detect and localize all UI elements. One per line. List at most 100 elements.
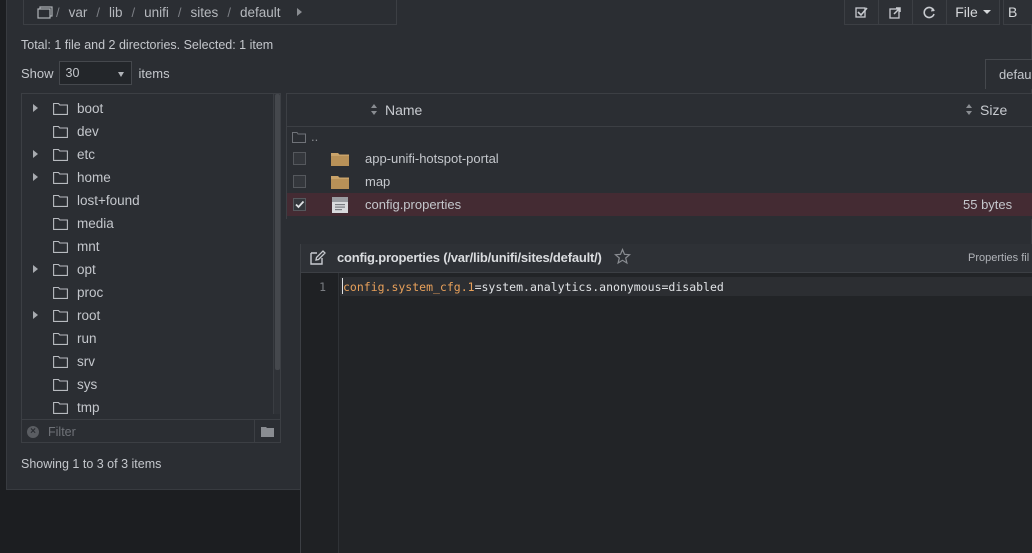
refresh-icon [923, 6, 935, 18]
folder-outline-icon [53, 263, 68, 276]
expand-arrow-icon[interactable] [33, 150, 38, 158]
folder-outline-icon [53, 355, 68, 368]
table-row[interactable]: app-unifi-hotspot-portal [287, 147, 1032, 170]
text-cursor [342, 278, 343, 294]
tree-item[interactable]: etc [22, 143, 272, 166]
folder-outline-icon [53, 194, 68, 207]
folder-outline-icon [53, 309, 68, 322]
parent-directory-label: .. [311, 129, 319, 144]
expand-arrow-icon[interactable] [33, 173, 38, 181]
tab-default[interactable]: defau [985, 59, 1032, 89]
folder-outline-icon [53, 401, 68, 414]
root-folder-icon[interactable] [34, 2, 56, 22]
tree-item-label: run [77, 331, 97, 346]
tree-item[interactable]: media [22, 212, 272, 235]
file-name[interactable]: app-unifi-hotspot-portal [365, 151, 499, 166]
tree-item[interactable]: lost+found [22, 189, 272, 212]
toolbar-extra-button[interactable]: B [1003, 0, 1032, 25]
row-checkbox[interactable] [293, 152, 306, 165]
sort-size-icon[interactable] [966, 104, 972, 116]
file-name[interactable]: config.properties [365, 197, 461, 212]
edit-icon [310, 250, 326, 265]
tree-item[interactable]: srv [22, 350, 272, 373]
breadcrumb: / var / lib / unifi / sites / default [23, 0, 397, 25]
line-number: 1 [319, 280, 326, 294]
tree-item[interactable]: boot [22, 97, 272, 120]
folder-outline-icon [53, 378, 68, 391]
filter-input[interactable]: Filter [48, 425, 228, 439]
tree-scrollbar-thumb[interactable] [275, 94, 280, 370]
tree-item[interactable]: proc [22, 281, 272, 304]
tree-item[interactable]: mnt [22, 235, 272, 258]
page-size-control: Show 30 items [21, 61, 170, 85]
toolbar-extra-label: B [1008, 4, 1018, 20]
tree-item-label: sys [77, 377, 98, 392]
code-line[interactable]: config.system_cfg.1=system.analytics.ano… [343, 280, 724, 294]
breadcrumb-item-default[interactable]: default [231, 5, 290, 20]
tree-item[interactable]: root [22, 304, 272, 327]
folder-outline-icon [53, 332, 68, 345]
tree-item[interactable]: dev [22, 120, 272, 143]
tree-item[interactable]: tmp [22, 396, 272, 419]
select-all-button[interactable] [844, 0, 879, 25]
sort-name-icon[interactable] [371, 104, 377, 116]
column-header-size[interactable]: Size [980, 102, 1007, 118]
folder-outline-icon [292, 132, 306, 143]
breadcrumb-item-lib[interactable]: lib [100, 5, 132, 20]
toolbar: File B [844, 0, 1032, 25]
editor-gutter: 1 [301, 273, 339, 553]
tree-item-label: media [77, 216, 114, 231]
expand-arrow-icon[interactable] [33, 104, 38, 112]
filter-folder-button[interactable] [254, 420, 280, 442]
breadcrumb-item-unifi[interactable]: unifi [135, 5, 178, 20]
folder-outline-icon [53, 171, 68, 184]
check-square-icon [855, 6, 868, 18]
clear-filter-icon[interactable]: × [27, 425, 39, 438]
file-rows: app-unifi-hotspot-portal map config.proper… [287, 147, 1032, 216]
folder-outline-icon [53, 125, 68, 138]
items-label: items [138, 65, 170, 81]
folder-outline-icon [53, 286, 68, 299]
folder-icon [331, 153, 349, 166]
tree-item[interactable]: run [22, 327, 272, 350]
column-header-name[interactable]: Name [385, 102, 422, 118]
tree-item[interactable]: opt [22, 258, 272, 281]
tree-scrollbar[interactable] [273, 94, 280, 414]
directory-tree-list: boot dev etc home lost+found media mnt opt proc r… [22, 97, 272, 419]
breadcrumb-item-sites[interactable]: sites [182, 5, 228, 20]
file-name[interactable]: map [365, 174, 390, 189]
editor-mode[interactable]: Properties fil [968, 252, 1029, 264]
share-button[interactable] [878, 0, 913, 25]
refresh-button[interactable] [912, 0, 947, 25]
tree-item[interactable]: home [22, 166, 272, 189]
selection-summary: Total: 1 file and 2 directories. Selecte… [21, 38, 274, 52]
expand-arrow-icon[interactable] [33, 265, 38, 273]
table-row[interactable]: map [287, 170, 1032, 193]
expand-arrow-icon[interactable] [33, 311, 38, 319]
editor-title: config.properties (/var/lib/unifi/sites/… [337, 250, 602, 265]
folder-icon [331, 176, 349, 189]
tree-item-label: opt [77, 262, 96, 277]
star-icon[interactable] [614, 248, 631, 265]
share-icon [889, 6, 901, 19]
check-icon [295, 200, 305, 209]
row-checkbox[interactable] [293, 198, 306, 211]
row-checkbox[interactable] [293, 175, 306, 188]
tree-item-label: mnt [77, 239, 100, 254]
table-row[interactable]: config.properties 55 bytes [287, 193, 1032, 216]
tree-item-label: boot [77, 101, 104, 116]
page-size-value: 30 [65, 66, 80, 80]
directory-tree: boot dev etc home lost+found media mnt opt proc r… [21, 93, 281, 443]
tree-item-label: dev [77, 124, 99, 139]
file-menu-button[interactable]: File [946, 0, 1000, 25]
file-editor: config.properties (/var/lib/unifi/sites/… [300, 244, 1032, 553]
parent-directory-row[interactable]: .. [287, 127, 1032, 147]
page-size-select[interactable]: 30 [58, 61, 132, 85]
tree-item[interactable]: sys [22, 373, 272, 396]
tree-item-label: root [77, 308, 101, 323]
folder-outline-icon [53, 102, 68, 115]
folder-outline-icon [53, 217, 68, 230]
code-value: =system.analytics.anonymous=disabled [474, 280, 724, 294]
breadcrumb-expand-icon[interactable] [297, 8, 303, 16]
breadcrumb-item-var[interactable]: var [60, 5, 97, 20]
